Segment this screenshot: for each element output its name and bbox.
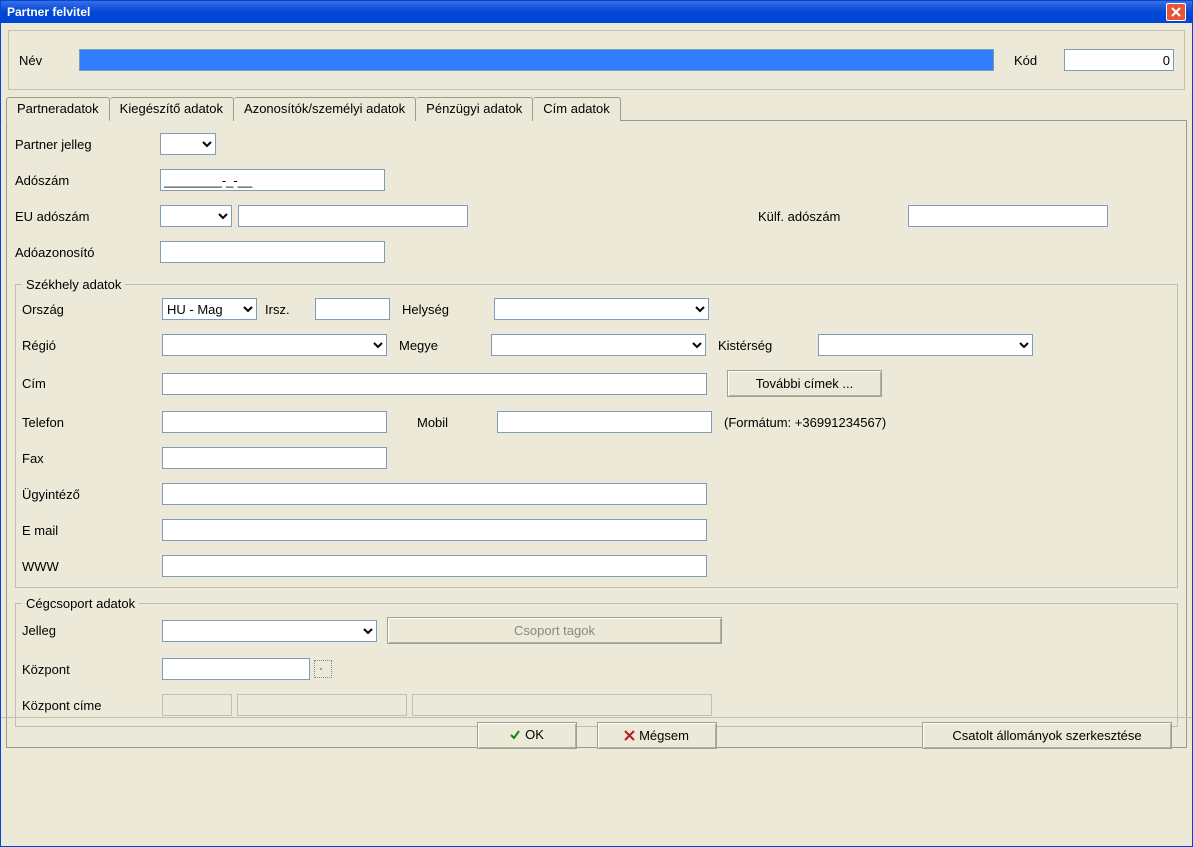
regio-select[interactable]	[162, 334, 387, 356]
kozpont-lookup-button[interactable]	[314, 660, 332, 678]
bottom-bar: OK Mégsem Csatolt állományok szerkesztés…	[1, 717, 1192, 753]
x-icon	[624, 730, 635, 741]
telefon-label: Telefon	[22, 415, 162, 430]
eu-adoszam-label: EU adószám	[15, 209, 160, 224]
www-label: WWW	[22, 559, 162, 574]
tab-azonositok[interactable]: Azonosítók/személyi adatok	[234, 97, 416, 121]
jelleg-label: Jelleg	[22, 623, 162, 638]
window: Partner felvitel Név Kód Partneradatok K…	[0, 0, 1193, 847]
regio-label: Régió	[22, 338, 162, 353]
kozpont-label: Központ	[22, 662, 162, 677]
mobil-input[interactable]	[497, 411, 712, 433]
name-label: Név	[19, 53, 69, 68]
csoport-tagok-button[interactable]: Csoport tagok	[387, 617, 722, 644]
window-title: Partner felvitel	[7, 5, 90, 19]
ugyintezo-label: Ügyintéző	[22, 487, 162, 502]
kozpont-cime-seg1	[162, 694, 232, 716]
close-button[interactable]	[1166, 3, 1186, 21]
check-icon	[509, 729, 521, 741]
tab-strip: Partneradatok Kiegészítő adatok Azonosít…	[6, 96, 1187, 120]
partner-jelleg-select[interactable]	[160, 133, 216, 155]
kulf-adoszam-label: Külf. adószám	[758, 209, 908, 224]
kozpont-input[interactable]	[162, 658, 310, 680]
kisterseg-select[interactable]	[818, 334, 1033, 356]
cancel-button-label: Mégsem	[639, 728, 689, 743]
adoazonosito-label: Adóazonosító	[15, 245, 160, 260]
irsz-input[interactable]	[315, 298, 390, 320]
titlebar: Partner felvitel	[1, 1, 1192, 23]
cegcsoport-legend: Cégcsoport adatok	[22, 596, 139, 611]
content: Név Kód Partneradatok Kiegészítő adatok …	[1, 23, 1192, 753]
tab-kiegeszito[interactable]: Kiegészítő adatok	[110, 97, 234, 121]
fax-label: Fax	[22, 451, 162, 466]
mobil-label: Mobil	[417, 415, 497, 430]
cegcsoport-fieldset: Cégcsoport adatok Jelleg Csoport tagok K…	[15, 596, 1178, 727]
helyseg-label: Helység	[402, 302, 482, 317]
code-input	[1064, 49, 1174, 71]
close-icon	[1171, 7, 1181, 17]
ok-button[interactable]: OK	[477, 722, 577, 749]
cancel-button[interactable]: Mégsem	[597, 722, 717, 749]
adoazonosito-input[interactable]	[160, 241, 385, 263]
orszag-label: Ország	[22, 302, 162, 317]
tab-partneradatok[interactable]: Partneradatok	[6, 97, 110, 121]
cim-label: Cím	[22, 376, 162, 391]
szekhely-fieldset: Székhely adatok Ország HU - Mag Irsz. He…	[15, 277, 1178, 588]
orszag-select[interactable]: HU - Mag	[162, 298, 257, 320]
kozpont-cime-label: Központ címe	[22, 698, 162, 713]
name-input[interactable]	[79, 49, 994, 71]
dots-icon	[319, 667, 327, 671]
partner-jelleg-label: Partner jelleg	[15, 137, 160, 152]
helyseg-select[interactable]	[494, 298, 709, 320]
attachments-button[interactable]: Csatolt állományok szerkesztése	[922, 722, 1172, 749]
tab-penzugyi[interactable]: Pénzügyi adatok	[416, 97, 533, 121]
www-input[interactable]	[162, 555, 707, 577]
kozpont-cime-seg2	[237, 694, 407, 716]
header-panel: Név Kód	[8, 30, 1185, 90]
email-input[interactable]	[162, 519, 707, 541]
eu-adoszam-input[interactable]	[238, 205, 468, 227]
tab-cim[interactable]: Cím adatok	[533, 97, 620, 121]
ok-button-label: OK	[525, 727, 544, 742]
kulf-adoszam-input[interactable]	[908, 205, 1108, 227]
mobil-hint: (Formátum: +36991234567)	[724, 415, 886, 430]
tab-page-partneradatok: Partner jelleg Adószám EU adószám Külf. …	[6, 120, 1187, 748]
adoszam-label: Adószám	[15, 173, 160, 188]
kozpont-cime-seg3	[412, 694, 712, 716]
kisterseg-label: Kistérség	[718, 338, 818, 353]
tovabbi-cimek-button[interactable]: További címek ...	[727, 370, 882, 397]
megye-label: Megye	[399, 338, 479, 353]
szekhely-legend: Székhely adatok	[22, 277, 125, 292]
ugyintezo-input[interactable]	[162, 483, 707, 505]
megye-select[interactable]	[491, 334, 706, 356]
irsz-label: Irsz.	[265, 302, 315, 317]
cim-input[interactable]	[162, 373, 707, 395]
adoszam-input[interactable]	[160, 169, 385, 191]
telefon-input[interactable]	[162, 411, 387, 433]
email-label: E mail	[22, 523, 162, 538]
fax-input[interactable]	[162, 447, 387, 469]
code-label: Kód	[1014, 53, 1064, 68]
jelleg-select[interactable]	[162, 620, 377, 642]
eu-adoszam-country-select[interactable]	[160, 205, 232, 227]
